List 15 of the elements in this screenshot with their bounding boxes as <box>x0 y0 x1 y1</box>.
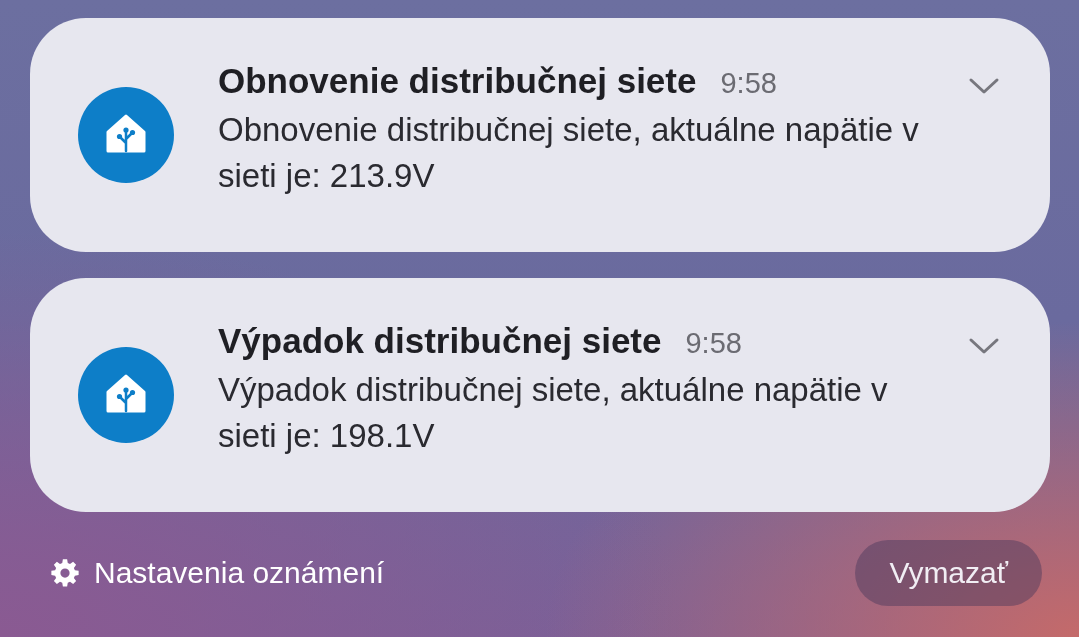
notification-card[interactable]: Výpadok distribučnej siete 9:58 Výpadok distribučnej siete, aktuálne napätie v sieti je: 198.1V <box>30 278 1050 512</box>
notification-title: Výpadok distribučnej siete <box>218 321 662 361</box>
settings-icon[interactable] <box>50 558 80 588</box>
chevron-down-icon[interactable] <box>968 336 1000 356</box>
chevron-down-icon[interactable] <box>968 76 1000 96</box>
clear-button[interactable]: Vymazať <box>855 540 1042 606</box>
notification-message: Výpadok distribučnej siete, aktuálne napätie v sieti je: 198.1V <box>218 370 889 456</box>
home-app-icon <box>78 87 174 183</box>
notification-card[interactable]: Obnovenie distribučnej siete 9:58 Obnovenie distribučnej siete, aktuálne napätie v sieti je: 213.9V <box>30 18 1050 252</box>
notification-title: Obnovenie distribučnej siete <box>218 61 697 101</box>
notification-settings-link[interactable]: Nastavenia oznámení <box>94 556 385 590</box>
notification-time: 9:58 <box>685 327 742 360</box>
home-app-icon <box>78 347 174 443</box>
notification-message: Obnovenie distribučnej siete, aktuálne napätie v sieti je: 213.9V <box>218 110 920 196</box>
notification-time: 9:58 <box>720 67 777 100</box>
